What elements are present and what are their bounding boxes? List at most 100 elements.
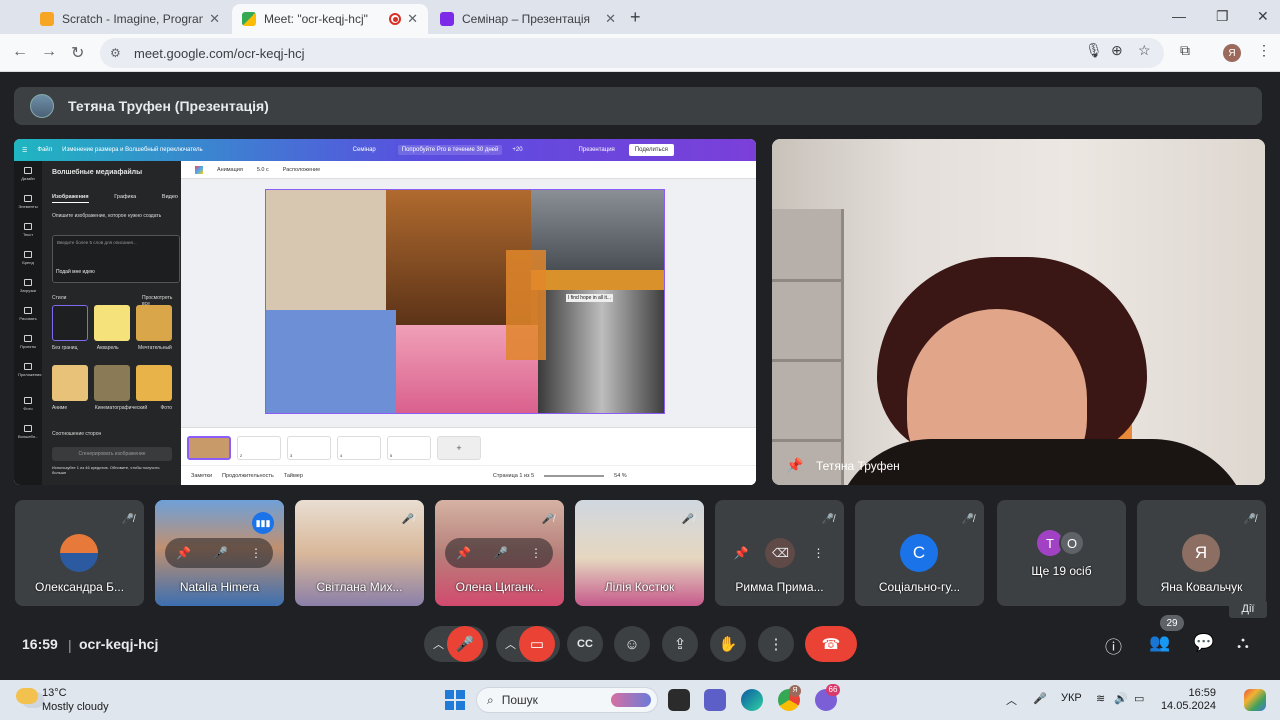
mic-off-icon[interactable]: 🎤 xyxy=(493,546,508,560)
participant-name: Яна Ковальчук xyxy=(1160,580,1243,594)
pin-icon[interactable]: 📌 xyxy=(786,457,803,474)
more-options-icon[interactable]: ⋮ xyxy=(250,546,262,560)
mic-control[interactable]: ︿ 🎤 xyxy=(424,626,488,662)
shared-screen: ☰ Файл Изменение размера и Волшебный пер… xyxy=(14,139,756,485)
profile-avatar[interactable]: Я xyxy=(1223,44,1241,62)
captions-button[interactable]: CC xyxy=(567,626,603,662)
extensions-icon[interactable]: ⧉ xyxy=(1180,42,1190,59)
clock-time: 16:59 xyxy=(1188,687,1216,699)
close-tab-icon[interactable]: ✕ xyxy=(407,11,418,27)
remove-participant-icon[interactable]: ⌫ xyxy=(765,538,796,568)
forward-icon[interactable]: → xyxy=(41,43,57,61)
mute-participant-icon[interactable]: 🎤 xyxy=(213,546,228,560)
close-window-icon[interactable]: ✕ xyxy=(1257,8,1269,25)
reload-icon[interactable]: ↻ xyxy=(71,43,84,63)
windows-start-icon[interactable] xyxy=(445,690,465,710)
participant-tile[interactable]: ▮▮▮ 📌 🎤 ⋮ Natalia Himera xyxy=(155,500,284,606)
participant-tile[interactable]: 🎤̸ Лілія Костюк xyxy=(575,500,704,606)
url-text: meet.google.com/ocr-keqj-hcj xyxy=(134,45,305,61)
autumn-leaves xyxy=(506,250,546,360)
participant-tile[interactable]: 🎤̸ Світлана Мих... xyxy=(295,500,424,606)
back-icon[interactable]: ← xyxy=(12,43,28,61)
more-participants-label: Ще 19 осіб xyxy=(1031,564,1092,578)
style-thumbnails-row xyxy=(52,365,172,401)
address-row: ← → ↻ ⚙ meet.google.com/ocr-keqj-hcj 🎙 ⊕… xyxy=(0,34,1280,72)
more-options-icon[interactable]: ⋮ xyxy=(530,546,542,560)
canva-pro-trial: Попробуйте Pro в течение 30 дней xyxy=(397,145,503,155)
teams-icon[interactable] xyxy=(704,689,726,711)
canva-doc-title: Семінар xyxy=(352,147,376,153)
canva-editor-toolbar: Анимация 5.0 с Расположение xyxy=(181,161,756,179)
background-shelf xyxy=(772,209,844,485)
task-view-icon[interactable] xyxy=(668,689,690,711)
participant-tile[interactable]: 🎤̸ 📌 🎤 ⋮ Олена Циганк... xyxy=(435,500,564,606)
pin-icon[interactable]: 📌 xyxy=(734,546,749,560)
wifi-icon[interactable]: ≋ xyxy=(1096,692,1105,705)
battery-icon[interactable]: ▭ xyxy=(1134,692,1144,705)
leave-call-button[interactable]: ☎ xyxy=(805,626,857,662)
mic-off-icon: 🎤̸ xyxy=(541,514,555,525)
pin-icon[interactable]: 📌 xyxy=(456,546,471,560)
autumn-strip xyxy=(531,270,664,290)
canva-share-button: Поделиться xyxy=(628,144,674,156)
participant-tile[interactable]: 🎤̸ С Соціально-гу... xyxy=(855,500,984,606)
aspect-label: Соотношение сторон xyxy=(52,431,102,437)
close-tab-icon[interactable]: ✕ xyxy=(209,11,220,27)
mic-off-icon: 🎤̸ xyxy=(1243,514,1257,525)
main-speaker-tile[interactable]: 📌 Тетяна Труфен xyxy=(772,139,1265,485)
meet-favicon-icon xyxy=(242,12,256,26)
meeting-info-icon[interactable]: ⓘ xyxy=(1105,633,1122,658)
participant-tile[interactable]: 🎤̸ Олександра Б... xyxy=(15,500,144,606)
activities-icon[interactable]: ⛬ xyxy=(1237,633,1249,653)
camera-control[interactable]: ︿ ▭ xyxy=(496,626,560,662)
site-settings-icon[interactable]: ⚙ xyxy=(110,46,124,60)
participant-tile[interactable]: 🎤̸ 📌 ⌫ ⋮ Римма Прима... xyxy=(715,500,844,606)
maximize-icon[interactable]: ❐ xyxy=(1216,8,1229,25)
menu-kebab-icon[interactable]: ⋮ xyxy=(1257,42,1271,59)
participant-name: Олександра Б... xyxy=(34,580,125,594)
presenter-avatar xyxy=(30,94,54,118)
collage-quote: I find hope in all it... xyxy=(566,294,614,302)
rail-item: Волшебн... xyxy=(18,425,38,439)
tray-chevron-icon[interactable]: ︿ xyxy=(1006,692,1017,708)
microphone-icon[interactable]: 🎙 xyxy=(1085,42,1103,59)
more-participants-tile[interactable]: Т О Ще 19 осіб xyxy=(997,500,1126,606)
style-thumb xyxy=(52,305,88,341)
describe-textbox: Введите более 5 слов для описания... xyxy=(52,235,180,283)
new-tab-button[interactable]: + xyxy=(630,7,641,28)
activities-tooltip: Дії xyxy=(1229,600,1267,618)
zoom-slider xyxy=(544,474,605,477)
bookshelf-bw-image xyxy=(538,290,664,413)
tab-canva[interactable]: Семінар – Презентація ✕ xyxy=(430,4,626,34)
people-icon[interactable]: 👥 xyxy=(1149,633,1170,653)
more-options-icon[interactable]: ⋮ xyxy=(758,626,794,662)
taskbar-clock[interactable]: 16:59 14.05.2024 xyxy=(1160,687,1216,713)
tab-meet[interactable]: Meet: "ocr-keqj-hcj" ✕ xyxy=(232,4,428,34)
mic-off-icon[interactable]: 🎤 xyxy=(447,626,483,662)
more-options-icon[interactable]: ⋮ xyxy=(812,546,824,560)
edge-icon[interactable] xyxy=(741,689,763,711)
minimize-icon[interactable]: — xyxy=(1172,8,1186,24)
chevron-up-icon[interactable]: ︿ xyxy=(433,636,444,652)
raise-hand-icon[interactable]: ✋ xyxy=(710,626,746,662)
chevron-up-icon[interactable]: ︿ xyxy=(505,636,516,652)
url-bar[interactable]: ⚙ meet.google.com/ocr-keqj-hcj xyxy=(100,38,1164,68)
copilot-icon[interactable] xyxy=(1244,689,1266,711)
pin-icon[interactable]: 📌 xyxy=(176,546,191,560)
close-tab-icon[interactable]: ✕ xyxy=(605,11,616,27)
tab-scratch[interactable]: Scratch - Imagine, Program, Sh ✕ xyxy=(30,4,230,34)
present-screen-icon[interactable]: ⇪ xyxy=(662,626,698,662)
taskbar-search[interactable]: ⌕ Пошук xyxy=(476,687,658,713)
camera-off-icon[interactable]: ▭ xyxy=(519,626,555,662)
volume-icon[interactable]: 🔊 xyxy=(1114,692,1128,705)
meeting-time: 16:59 xyxy=(22,636,58,652)
tray-mic-icon[interactable]: 🎤 xyxy=(1033,692,1047,705)
canva-resize-menu: Изменение размера и Волшебный переключат… xyxy=(62,147,203,153)
bookmark-star-icon[interactable]: ☆ xyxy=(1138,42,1151,59)
emoji-icon[interactable]: ☺ xyxy=(614,626,650,662)
keyboard-language[interactable]: УКР xyxy=(1061,692,1082,704)
page-thumbnails: 2 3 4 5 + xyxy=(181,427,756,465)
chat-icon[interactable]: 💬 xyxy=(1193,633,1214,653)
participant-tile[interactable]: 🎤̸ Я Яна Ковальчук xyxy=(1137,500,1266,606)
zoom-icon[interactable]: ⊕ xyxy=(1111,42,1123,59)
